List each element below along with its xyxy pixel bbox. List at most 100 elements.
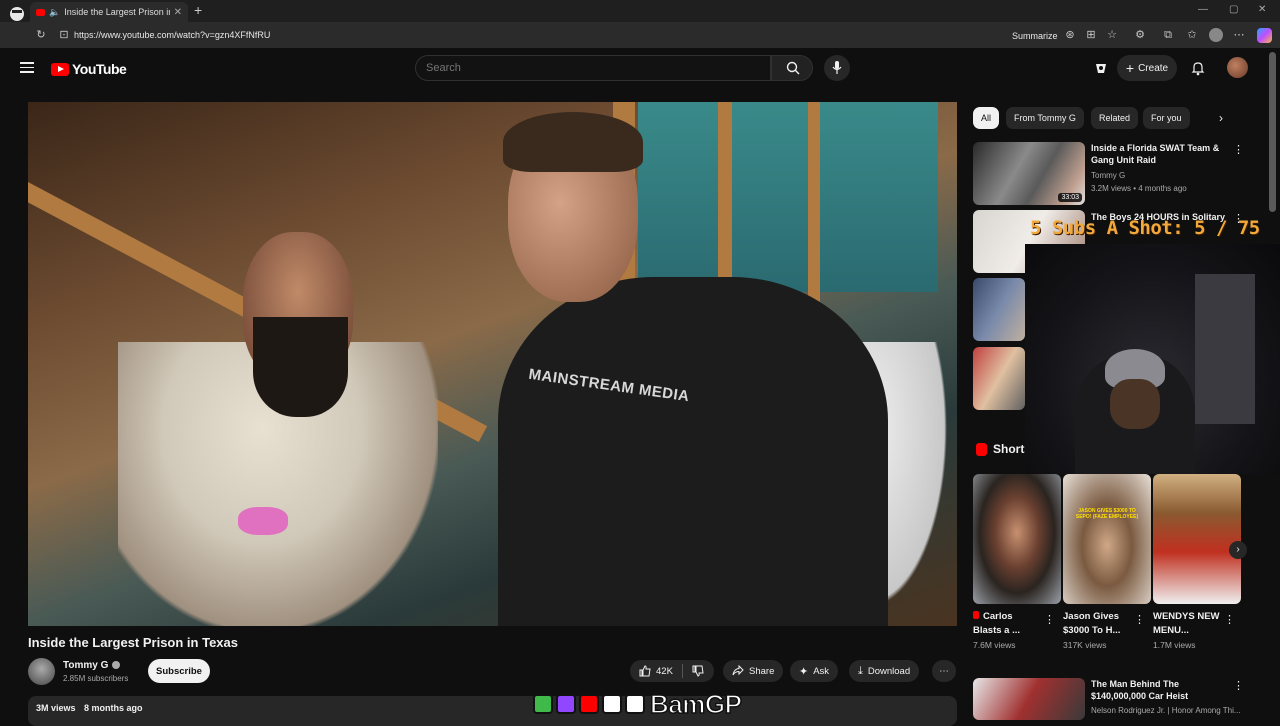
create-gear-icon[interactable] bbox=[1093, 60, 1109, 76]
profile-avatar[interactable] bbox=[1209, 28, 1223, 42]
download-icon: ⤓ bbox=[858, 664, 863, 677]
plus-icon: + bbox=[1125, 60, 1135, 76]
extensions-icon[interactable]: ⚙ bbox=[1134, 29, 1146, 41]
shorts-heading: Shorts bbox=[976, 442, 1031, 456]
subscribe-button[interactable]: Subscribe bbox=[148, 659, 210, 683]
maximize-icon[interactable]: ▢ bbox=[1229, 4, 1238, 15]
summarize-button[interactable]: Summarize bbox=[1012, 31, 1058, 41]
chip-for-you[interactable]: For you bbox=[1143, 107, 1190, 129]
channel-name[interactable]: Tommy G bbox=[63, 660, 108, 671]
tiktok-icon bbox=[625, 694, 645, 714]
youtube-logo[interactable]: YouTube bbox=[51, 61, 127, 77]
video-beam bbox=[808, 102, 820, 302]
shorts-badge-icon bbox=[973, 611, 979, 619]
chip-all[interactable]: All bbox=[973, 107, 999, 129]
shorts-logo-icon bbox=[976, 442, 987, 456]
chips-next-icon[interactable]: › bbox=[1219, 111, 1223, 125]
share-icon bbox=[732, 665, 744, 676]
video-beam bbox=[718, 102, 732, 302]
related-video-title[interactable]: Inside a Florida SWAT Team & Gang Unit R… bbox=[1091, 142, 1229, 166]
youtube-icon bbox=[579, 694, 599, 714]
refresh-icon[interactable]: ↻ bbox=[35, 29, 47, 41]
search-button[interactable] bbox=[771, 55, 813, 81]
share-label: Share bbox=[749, 665, 775, 677]
page-scrollbar[interactable] bbox=[1269, 52, 1276, 212]
reader-icon[interactable]: ⊞ bbox=[1085, 29, 1097, 41]
speaker-icon[interactable]: 🔈 bbox=[49, 7, 60, 18]
video-title: Inside the Largest Prison in Texas bbox=[28, 635, 238, 650]
related-video-title[interactable]: The Man Behind The $140,000,000 Car Heis… bbox=[1091, 678, 1229, 702]
verified-badge-icon bbox=[112, 661, 120, 669]
ask-label: Ask bbox=[813, 665, 830, 677]
voice-search-button[interactable] bbox=[824, 55, 850, 81]
window-close-icon[interactable]: ✕ bbox=[1258, 4, 1266, 15]
related-video-channel[interactable]: Tommy G bbox=[1091, 170, 1125, 182]
favorite-star-icon[interactable]: ☆ bbox=[1106, 29, 1118, 41]
related-video-menu-icon[interactable]: ⋮ bbox=[1233, 143, 1244, 156]
short-views: 317K views bbox=[1063, 640, 1107, 650]
favorites-icon[interactable]: ✩ bbox=[1186, 29, 1198, 41]
create-button[interactable]: + Create bbox=[1117, 55, 1177, 81]
short-menu-icon[interactable]: ⋮ bbox=[1224, 613, 1235, 626]
short-thumbnail[interactable]: JASON GIVES $3000 TO SEPO! (FAZE EMPLOYE… bbox=[1063, 474, 1151, 604]
collections-icon[interactable]: ⧉ bbox=[1162, 29, 1174, 41]
description-box[interactable]: 3M views 8 months ago bbox=[28, 696, 957, 726]
search-input[interactable] bbox=[415, 55, 771, 81]
streamer-webcam bbox=[1025, 244, 1280, 474]
more-actions-button[interactable]: ⋯ bbox=[932, 660, 956, 682]
thumbs-down-icon[interactable] bbox=[692, 665, 704, 677]
video-player[interactable]: MAINSTREAM MEDIA bbox=[28, 102, 957, 626]
short-title[interactable]: Jason Gives $3000 To H... bbox=[1063, 610, 1133, 638]
short-menu-icon[interactable]: ⋮ bbox=[1134, 613, 1145, 626]
kick-icon bbox=[533, 694, 553, 714]
x-icon bbox=[602, 694, 622, 714]
video-window-bg bbox=[638, 102, 938, 292]
related-video-thumbnail[interactable]: 33:03 bbox=[973, 142, 1085, 205]
minimize-icon[interactable]: — bbox=[1198, 4, 1208, 15]
webcam-door bbox=[1195, 274, 1255, 424]
chip-from-tommy-g[interactable]: From Tommy G bbox=[1006, 107, 1084, 129]
like-button[interactable]: 42K bbox=[639, 665, 673, 677]
short-title[interactable]: Carlos Blasts a ... bbox=[973, 610, 1043, 638]
related-video-thumbnail[interactable] bbox=[973, 347, 1025, 410]
short-caption: JASON GIVES $3000 TO SEPO! (FAZE EMPLOYE… bbox=[1075, 508, 1139, 520]
streamer-banner: BamGP bbox=[533, 688, 743, 719]
browser-tab[interactable]: 🔈 Inside the Largest Prison in Texas ✕ bbox=[30, 2, 188, 22]
download-button[interactable]: ⤓ Download bbox=[849, 660, 920, 682]
subscriber-count: 2.85M subscribers bbox=[63, 674, 129, 683]
channel-avatar[interactable] bbox=[28, 658, 55, 685]
thumbs-up-icon bbox=[639, 665, 651, 677]
short-title-text: Carlos Blasts a ... bbox=[973, 611, 1020, 636]
like-divider bbox=[681, 664, 683, 678]
related-video-thumbnail[interactable] bbox=[973, 278, 1025, 341]
video-person-left-beard bbox=[253, 317, 348, 417]
more-icon[interactable]: ⋯ bbox=[1233, 29, 1245, 41]
short-title[interactable]: WENDYS NEW MENU... bbox=[1153, 610, 1223, 638]
summarize-icon[interactable]: ⊛ bbox=[1064, 29, 1076, 41]
tab-close-icon[interactable]: ✕ bbox=[174, 7, 188, 18]
related-video-channel[interactable]: Nelson Rodriguez Jr. | Honor Among Thi..… bbox=[1091, 705, 1241, 717]
short-thumbnail[interactable] bbox=[1153, 474, 1241, 604]
related-video-thumbnail[interactable] bbox=[973, 678, 1085, 720]
more-dots-icon: ⋯ bbox=[939, 665, 949, 677]
related-video-menu-icon[interactable]: ⋮ bbox=[1233, 679, 1244, 692]
youtube-logo-text: YouTube bbox=[72, 61, 127, 77]
copilot-icon[interactable] bbox=[1257, 28, 1272, 43]
chip-related[interactable]: Related bbox=[1091, 107, 1139, 129]
new-tab-button[interactable]: + bbox=[194, 2, 202, 18]
hamburger-menu-icon[interactable] bbox=[20, 62, 34, 73]
download-label: Download bbox=[867, 665, 911, 677]
url-field[interactable]: https://www.youtube.com/watch?v=gzn4XFfN… bbox=[74, 30, 270, 40]
shorts-next-button[interactable]: › bbox=[1229, 541, 1247, 559]
share-button[interactable]: Share bbox=[723, 660, 784, 682]
notifications-bell-icon[interactable] bbox=[1190, 60, 1206, 76]
like-count: 42K bbox=[656, 665, 673, 677]
site-info-icon[interactable]: ⊡ bbox=[58, 29, 70, 41]
view-count: 3M views bbox=[36, 703, 76, 713]
user-avatar[interactable] bbox=[1227, 57, 1248, 78]
ask-button[interactable]: ✦ Ask bbox=[790, 660, 839, 682]
short-thumbnail[interactable] bbox=[973, 474, 1061, 604]
short-menu-icon[interactable]: ⋮ bbox=[1044, 613, 1055, 626]
webcam-face bbox=[1110, 379, 1160, 429]
twitch-icon bbox=[556, 694, 576, 714]
